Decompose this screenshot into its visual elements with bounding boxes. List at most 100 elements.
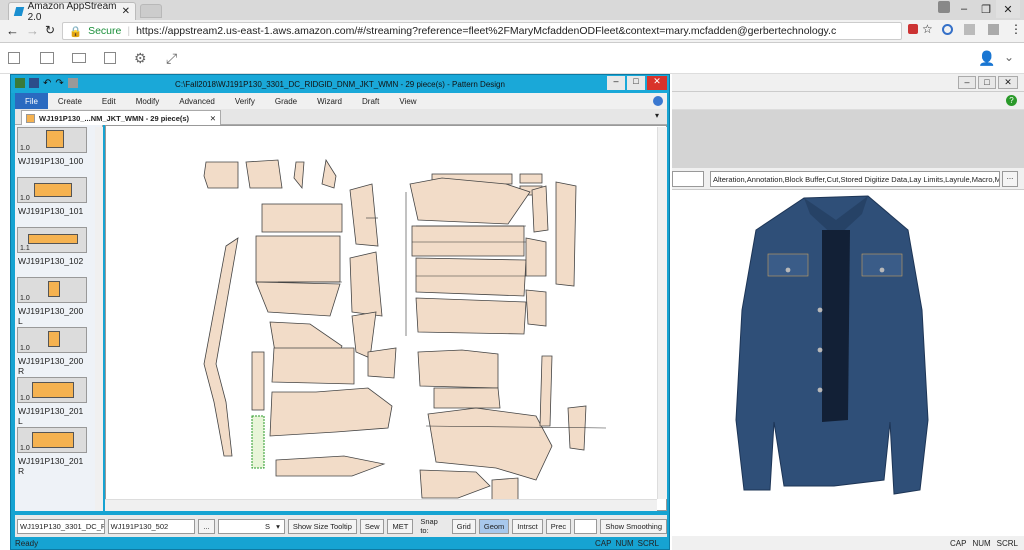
close-window-icon[interactable]: ✕ [996,0,1020,18]
piece-name-field[interactable]: WJ191P130_502 [107,518,196,534]
piece-label: WJ191P130_101 [18,206,84,216]
window-title: C:\Fall2018\WJ191P130_3301_DC_RIDGID_DNM… [175,79,505,89]
snap-to-label: Snap to: [420,517,438,535]
list-item[interactable]: 1.0 WJ191P130_101 [15,175,102,225]
menu-grade[interactable]: Grade [265,93,307,109]
apps-grid-icon[interactable] [8,52,20,64]
menu-modify[interactable]: Modify [126,93,170,109]
browse-button[interactable]: ... [198,518,215,534]
list-item[interactable]: 1.0 WJ191P130_201 L [15,375,102,426]
snap-intrsct-button[interactable]: Intrsct [512,518,543,534]
menu-draft[interactable]: Draft [352,93,389,109]
document-tab-label: WJ191P130_...NM_JKT_WMN - 29 piece(s) [39,113,190,123]
piece-thumbnail: 1.1 [17,227,87,253]
minimize-app-icon[interactable]: – [607,76,625,90]
list-item[interactable]: 1.0 WJ191P130_100 [15,125,102,175]
user-icon[interactable]: 👤 [978,50,995,67]
extension-w-icon[interactable] [964,24,975,35]
extension-icon[interactable] [942,24,953,35]
secure-label: Secure [88,25,122,37]
precision-field[interactable] [574,518,598,534]
status-bar: Ready CAP NUM SCRL [11,537,669,549]
data-types-field[interactable]: Alteration,Annotation,Block Buffer,Cut,S… [710,171,1000,187]
status-text: Ready [15,538,39,548]
maximize-secondary-icon[interactable]: □ [978,76,996,89]
print-icon[interactable] [67,78,78,88]
menu-wizard[interactable]: Wizard [307,93,352,109]
minimize-window-icon[interactable]: – [952,0,976,18]
cap-indicator: CAP [949,538,967,548]
folder-icon[interactable] [72,53,86,63]
style-name-field[interactable]: WJ191P130_3301_DC_RIDG [17,518,105,534]
close-app-icon[interactable]: ✕ [647,76,667,90]
new-tab-button[interactable] [140,4,162,18]
appstream-toolbar: ⚙ ⤢ 👤 ⌄ [0,44,1024,74]
close-secondary-icon[interactable]: ✕ [998,76,1018,89]
restore-window-icon[interactable]: ❐ [974,0,998,18]
list-item[interactable]: 1.0 WJ191P130_200 L [15,275,102,326]
document-tab[interactable]: WJ191P130_...NM_JKT_WMN - 29 piece(s) ✕ [21,110,221,125]
size-value: S [265,521,271,531]
canvas-vertical-scrollbar[interactable] [657,127,667,499]
fullscreen-icon[interactable]: ⤢ [166,50,177,67]
undo-icon[interactable]: ↶ [43,78,51,89]
url-field[interactable]: 🔒 Secure | https://appstream2.us-east-1.… [62,22,902,40]
menu-file[interactable]: File [15,93,48,109]
piece-label: WJ191P130_201 R [18,456,84,476]
options-row: Alteration,Annotation,Block Buffer,Cut,S… [672,168,1024,190]
canvas-horizontal-scrollbar[interactable] [105,499,657,511]
menu-view[interactable]: View [389,93,426,109]
menu-bar: File Create Edit Modify Advanced Verify … [15,93,667,109]
browser-tab[interactable]: Amazon AppStream 2.0 ✕ [8,1,136,23]
list-item[interactable]: 1.0 WJ191P130_200 R [15,325,102,376]
piece-list: 1.0 WJ191P130_100 1.0 WJ191P130_101 1.1 … [15,125,103,511]
windows-icon[interactable] [40,52,54,64]
menu-dots-icon[interactable]: ⋮ [1010,22,1022,36]
piece-thumbnail: 1.0 [17,327,87,353]
forward-icon[interactable]: → [26,23,39,38]
back-icon[interactable]: ← [6,23,19,38]
chevron-down-icon[interactable]: ⌄ [1004,50,1014,64]
appstream-favicon-icon [13,7,24,16]
extension-g-icon[interactable] [988,24,999,35]
menu-edit[interactable]: Edit [92,93,126,109]
list-item[interactable]: 1.1 WJ191P130_102 [15,225,102,275]
clipboard-icon[interactable] [104,52,116,64]
close-tab-icon[interactable]: ✕ [122,6,130,17]
secondary-panel [672,110,1024,168]
close-document-icon[interactable]: ✕ [210,114,216,123]
help-icon[interactable]: ? [1006,95,1017,106]
sew-button[interactable]: Sew [359,518,385,534]
scrl-indicator: SCRL [637,538,659,548]
snap-geom-button[interactable]: Geom [478,518,510,534]
minimize-secondary-icon[interactable]: – [958,76,976,89]
pattern-canvas[interactable] [105,125,667,511]
data-types-browse-button[interactable]: ... [1002,171,1018,187]
tab-dropdown-icon[interactable]: ▾ [655,111,659,120]
window-titlebar: ↶ ↷ C:\Fall2018\WJ191P130_3301_DC_RIDGID… [11,75,669,93]
show-smoothing-button[interactable]: Show Smoothing [600,518,668,534]
redo-icon[interactable]: ↷ [55,78,63,89]
profile-badge-icon[interactable] [938,1,950,13]
show-size-tooltip-button[interactable]: Show Size Tooltip [287,518,357,534]
snap-prec-button[interactable]: Prec [545,518,572,534]
chevron-down-icon: ▾ [276,521,280,531]
save-icon[interactable] [29,78,39,88]
options-input[interactable] [672,171,704,187]
size-select[interactable]: S ▾ [217,518,285,534]
menu-verify[interactable]: Verify [225,93,265,109]
piece-label: WJ191P130_200 R [18,356,84,376]
list-item[interactable]: 1.0 WJ191P130_201 R [15,425,102,476]
garment-image [672,190,1024,536]
piece-list-scrollbar[interactable] [95,127,103,511]
help-icon[interactable] [653,96,663,106]
maximize-app-icon[interactable]: □ [627,76,645,90]
menu-advanced[interactable]: Advanced [169,93,225,109]
star-icon[interactable]: ☆ [922,22,933,36]
snap-grid-button[interactable]: Grid [451,518,476,534]
reload-icon[interactable]: ↻ [45,23,55,37]
met-button[interactable]: MET [387,518,414,534]
menu-create[interactable]: Create [48,93,92,109]
cast-icon[interactable] [908,24,918,34]
settings-gear-icon[interactable]: ⚙ [134,50,147,67]
